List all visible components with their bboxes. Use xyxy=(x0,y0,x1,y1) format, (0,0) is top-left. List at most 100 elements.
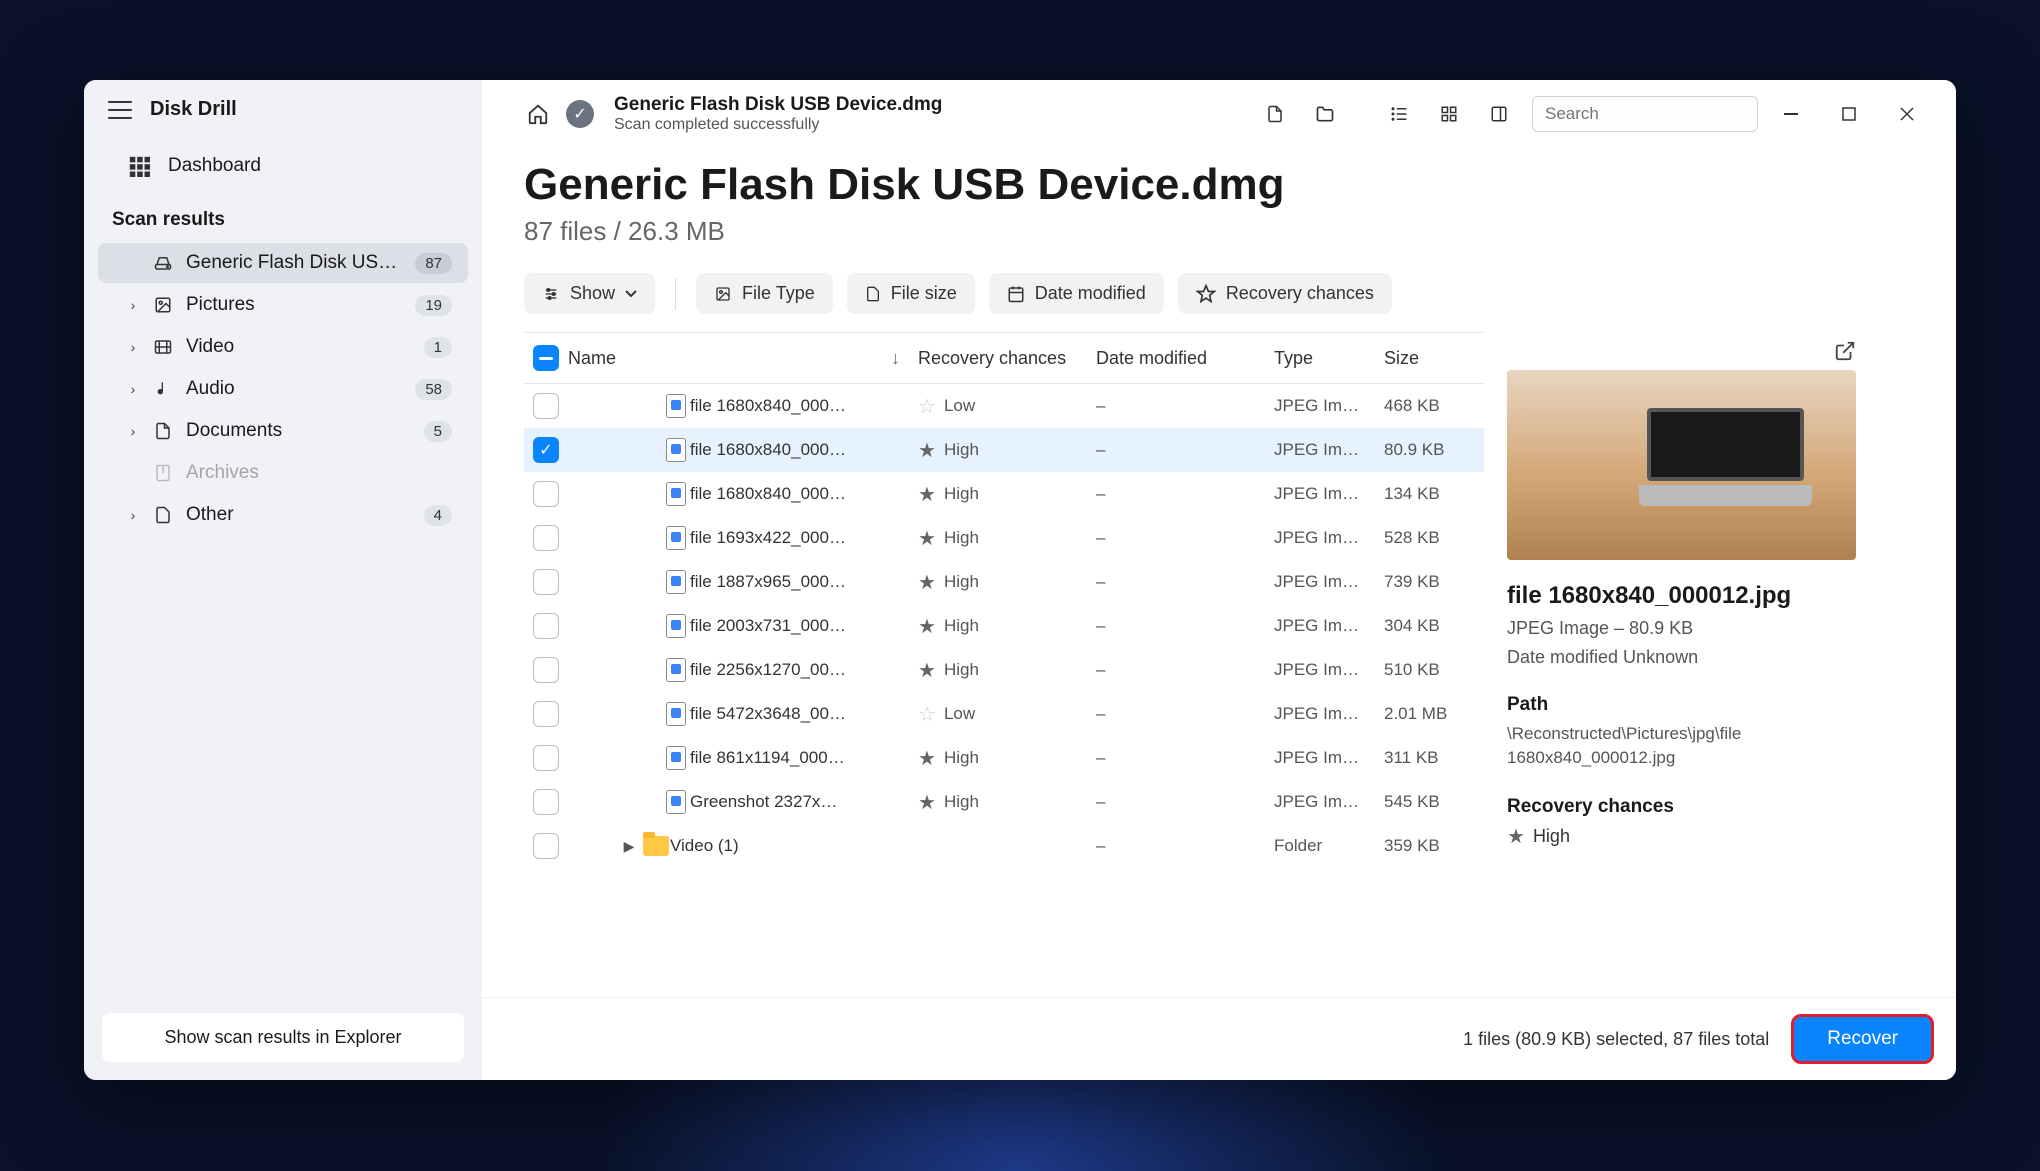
archives-icon xyxy=(152,462,174,484)
file-icon[interactable] xyxy=(1250,95,1300,133)
drive-icon xyxy=(152,254,174,272)
file-type-icon xyxy=(662,570,690,594)
row-checkbox[interactable] xyxy=(533,789,559,815)
date-modified: – xyxy=(1096,704,1274,724)
show-in-explorer-button[interactable]: Show scan results in Explorer xyxy=(102,1013,464,1062)
recovery-chance: ☆Low xyxy=(918,702,1096,727)
file-type: JPEG Im… xyxy=(1274,704,1384,724)
column-date[interactable]: Date modified xyxy=(1096,348,1274,369)
count-badge: 19 xyxy=(415,295,452,316)
column-type[interactable]: Type xyxy=(1274,348,1384,369)
video-icon xyxy=(152,338,174,356)
recovery-chances-filter-button[interactable]: Recovery chances xyxy=(1178,273,1392,314)
file-size: 528 KB xyxy=(1384,528,1484,548)
sidebar-item-video[interactable]: ›Video1 xyxy=(98,327,468,367)
file-size-filter-button[interactable]: File size xyxy=(847,273,975,314)
maximize-button[interactable] xyxy=(1824,95,1874,133)
file-type-icon xyxy=(662,702,690,726)
preview-thumbnail xyxy=(1507,370,1856,560)
column-recovery[interactable]: Recovery chances xyxy=(918,348,1096,369)
table-row[interactable]: file 5472x3648_00… ☆Low – JPEG Im… 2.01 … xyxy=(524,692,1484,736)
recovery-chance: ★High xyxy=(918,482,1096,507)
column-name[interactable]: Name↓ xyxy=(568,348,918,369)
row-checkbox[interactable] xyxy=(533,525,559,551)
folder-icon[interactable] xyxy=(1300,95,1350,133)
table-row[interactable]: file 2003x731_000… ★High – JPEG Im… 304 … xyxy=(524,604,1484,648)
file-name: file 1680x840_000… xyxy=(690,440,918,460)
row-checkbox[interactable] xyxy=(533,569,559,595)
sidebar: Disk Drill Dashboard Scan results Generi… xyxy=(84,80,482,1080)
date-modified: – xyxy=(1096,528,1274,548)
row-checkbox[interactable] xyxy=(533,701,559,727)
search-input[interactable] xyxy=(1532,96,1758,132)
table-row[interactable]: Greenshot 2327x… ★High – JPEG Im… 545 KB xyxy=(524,780,1484,824)
file-name: Greenshot 2327x… xyxy=(690,792,918,812)
hamburger-icon[interactable] xyxy=(108,101,132,119)
table-row[interactable]: file 1680x840_000… ★High – JPEG Im… 134 … xyxy=(524,472,1484,516)
recover-button[interactable]: Recover xyxy=(1793,1016,1932,1062)
table-row[interactable]: ✓ file 1680x840_000… ★High – JPEG Im… 80… xyxy=(524,428,1484,472)
chevron-icon: › xyxy=(126,381,140,397)
file-type: JPEG Im… xyxy=(1274,748,1384,768)
date-modified: – xyxy=(1096,396,1274,416)
file-name: file 1680x840_000… xyxy=(690,396,918,416)
file-size: 134 KB xyxy=(1384,484,1484,504)
sidebar-item-dashboard[interactable]: Dashboard xyxy=(84,145,482,187)
sidebar-item-pictures[interactable]: ›Pictures19 xyxy=(98,285,468,325)
page-heading: Generic Flash Disk USB Device.dmg 87 fil… xyxy=(482,142,1956,255)
file-type-icon xyxy=(662,394,690,418)
file-type: JPEG Im… xyxy=(1274,616,1384,636)
table-row-folder[interactable]: ▶ Video (1) – Folder 359 KB xyxy=(524,824,1484,868)
list-view-icon[interactable] xyxy=(1374,95,1424,133)
row-checkbox[interactable] xyxy=(533,481,559,507)
preview-rec-value: ★High xyxy=(1507,824,1856,849)
folder-icon xyxy=(642,836,670,856)
file-type-filter-button[interactable]: File Type xyxy=(696,273,833,314)
minimize-button[interactable] xyxy=(1766,95,1816,133)
row-checkbox[interactable] xyxy=(533,393,559,419)
row-checkbox[interactable] xyxy=(533,745,559,771)
column-size[interactable]: Size xyxy=(1384,348,1484,369)
star-icon: ★ xyxy=(918,658,936,683)
close-button[interactable] xyxy=(1882,95,1932,133)
file-name: file 5472x3648_00… xyxy=(690,704,918,724)
expand-icon[interactable]: ▶ xyxy=(616,838,642,855)
sidebar-item-documents[interactable]: ›Documents5 xyxy=(98,411,468,451)
date-modified: – xyxy=(1096,836,1274,856)
search-field[interactable] xyxy=(1545,104,1766,124)
table-row[interactable]: file 861x1194_000… ★High – JPEG Im… 311 … xyxy=(524,736,1484,780)
row-checkbox[interactable] xyxy=(533,657,559,683)
star-icon xyxy=(1196,284,1216,304)
status-complete-icon: ✓ xyxy=(566,100,594,128)
date-modified: – xyxy=(1096,572,1274,592)
recovery-chance: ★High xyxy=(918,790,1096,815)
row-checkbox[interactable] xyxy=(533,613,559,639)
preview-path: \Reconstructed\Pictures\jpg\file 1680x84… xyxy=(1507,722,1856,770)
recovery-chance: ★High xyxy=(918,526,1096,551)
sidebar-item-audio[interactable]: ›Audio58 xyxy=(98,369,468,409)
image-icon xyxy=(714,286,732,302)
table-row[interactable]: file 2256x1270_00… ★High – JPEG Im… 510 … xyxy=(524,648,1484,692)
sidebar-item-archives[interactable]: Archives xyxy=(98,453,468,493)
show-filter-button[interactable]: Show xyxy=(524,273,655,314)
row-checkbox[interactable]: ✓ xyxy=(533,437,559,463)
home-icon[interactable] xyxy=(524,100,552,128)
table-row[interactable]: file 1887x965_000… ★High – JPEG Im… 739 … xyxy=(524,560,1484,604)
date-modified: – xyxy=(1096,616,1274,636)
date-modified-filter-button[interactable]: Date modified xyxy=(989,273,1164,314)
count-badge: 58 xyxy=(415,379,452,400)
star-icon: ★ xyxy=(918,438,936,463)
preview-rec-label: Recovery chances xyxy=(1507,796,1856,818)
sidebar-item-other[interactable]: ›Other4 xyxy=(98,495,468,535)
star-icon: ★ xyxy=(1507,824,1525,849)
open-external-icon[interactable] xyxy=(1834,340,1856,362)
sidebar-item-drive[interactable]: Generic Flash Disk USB D…87 xyxy=(98,243,468,283)
grid-view-icon[interactable] xyxy=(1424,95,1474,133)
topbar: ✓ Generic Flash Disk USB Device.dmg Scan… xyxy=(482,80,1956,142)
table-row[interactable]: file 1693x422_000… ★High – JPEG Im… 528 … xyxy=(524,516,1484,560)
select-all-checkbox[interactable] xyxy=(533,345,559,371)
preview-path-label: Path xyxy=(1507,694,1856,716)
split-view-icon[interactable] xyxy=(1474,95,1524,133)
row-checkbox[interactable] xyxy=(533,833,559,859)
table-row[interactable]: file 1680x840_000… ☆Low – JPEG Im… 468 K… xyxy=(524,384,1484,428)
